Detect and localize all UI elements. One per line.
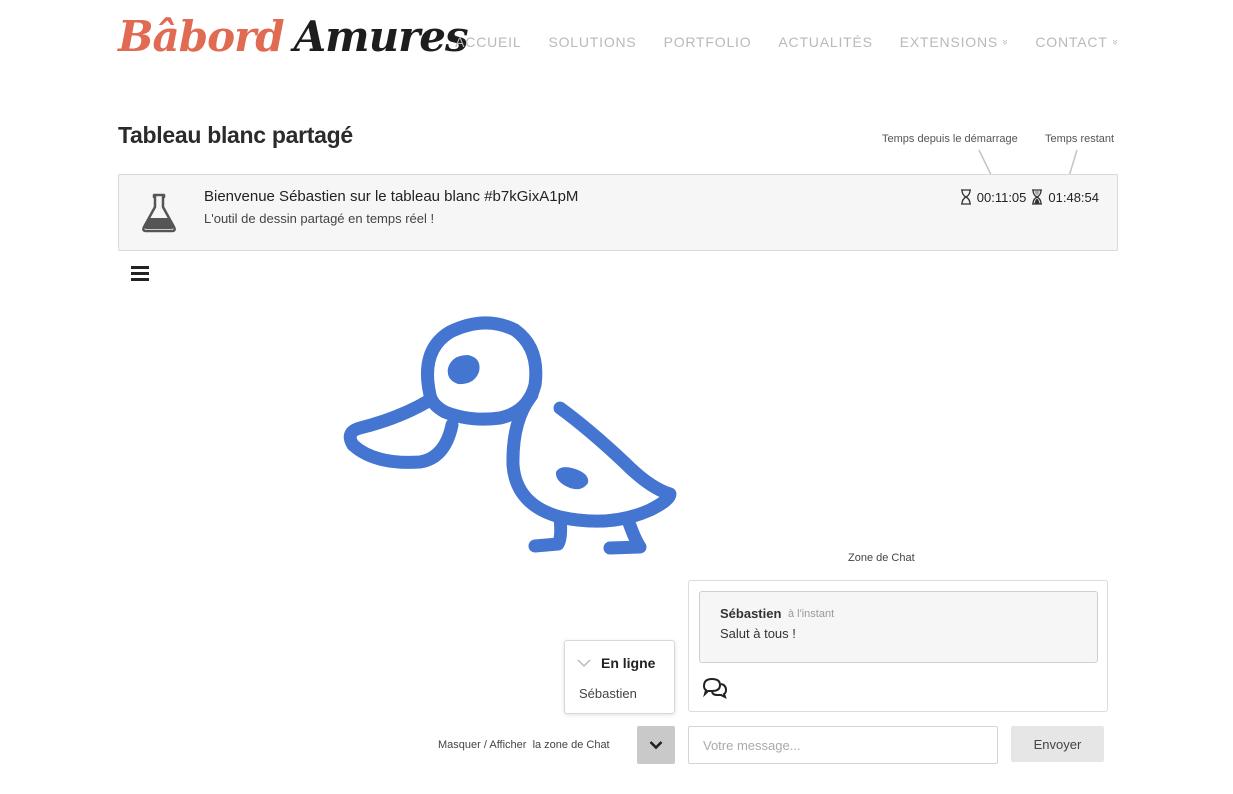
message-input[interactable] bbox=[688, 726, 998, 764]
main-nav: ACCUEIL SOLUTIONS PORTFOLIO ACTUALITÉS E… bbox=[455, 34, 1121, 50]
nav-item-contact[interactable]: CONTACT» bbox=[1035, 34, 1121, 50]
online-panel-toggle[interactable]: En ligne bbox=[577, 655, 655, 671]
chat-toggle-label: Masquer / Afficher la zone de Chat bbox=[438, 739, 610, 751]
remaining-time: 01:48:54 bbox=[1048, 189, 1099, 205]
welcome-banner: Bienvenue Sébastien sur le tableau blanc… bbox=[118, 174, 1118, 251]
nav-item-accueil[interactable]: ACCUEIL bbox=[455, 34, 521, 50]
double-chevron-down-icon: » bbox=[999, 38, 1011, 46]
nav-item-label: PORTFOLIO bbox=[663, 34, 752, 50]
hamburger-icon[interactable] bbox=[131, 266, 149, 281]
time-remaining-label: Temps restant bbox=[1045, 133, 1115, 145]
chevron-down-icon bbox=[649, 741, 663, 750]
online-user: Sébastien bbox=[579, 686, 637, 701]
whiteboard-drawing[interactable] bbox=[330, 300, 690, 570]
online-title: En ligne bbox=[601, 655, 656, 671]
logo-text-babord: Bâbord bbox=[118, 12, 285, 61]
welcome-subtitle: L'outil de dessin partagé en temps réel … bbox=[204, 211, 435, 226]
site-logo[interactable]: Bâbord Amures bbox=[118, 12, 469, 64]
nav-item-actualites[interactable]: ACTUALITÉS bbox=[778, 34, 872, 50]
nav-item-label: ACTUALITÉS bbox=[778, 34, 873, 50]
online-users-panel: En ligne Sébastien bbox=[564, 640, 675, 714]
nav-item-label: EXTENSIONS bbox=[899, 34, 999, 50]
chevron-down-icon bbox=[577, 658, 591, 667]
message-author: Sébastien bbox=[720, 606, 782, 621]
chat-panel: Sébastien à l'instant Salut à tous ! bbox=[688, 580, 1108, 712]
chat-toggle-button[interactable] bbox=[637, 726, 675, 764]
time-start-label: Temps depuis le démarrage bbox=[882, 133, 1018, 145]
logo-text-amures: Amures bbox=[293, 12, 469, 61]
message-text: Salut à tous ! bbox=[720, 626, 796, 641]
chat-message: Sébastien à l'instant Salut à tous ! bbox=[699, 591, 1098, 663]
nav-item-extensions[interactable]: EXTENSIONS» bbox=[899, 34, 1011, 50]
nav-item-label: SOLUTIONS bbox=[548, 34, 637, 50]
session-timers: 00:11:05 01:48:54 bbox=[960, 189, 1099, 205]
chat-bubbles-icon[interactable] bbox=[702, 677, 728, 699]
hourglass-start-icon bbox=[960, 189, 971, 205]
nav-item-label: ACCUEIL bbox=[455, 34, 522, 50]
flask-icon bbox=[142, 193, 176, 233]
page-title: Tableau blanc partagé bbox=[118, 122, 353, 148]
double-chevron-down-icon: » bbox=[1109, 38, 1121, 46]
hourglass-end-icon bbox=[1032, 189, 1043, 205]
welcome-title: Bienvenue Sébastien sur le tableau blanc… bbox=[204, 188, 579, 205]
elapsed-time: 00:11:05 bbox=[976, 189, 1027, 205]
nav-item-portfolio[interactable]: PORTFOLIO bbox=[664, 34, 752, 50]
message-time: à l'instant bbox=[788, 608, 835, 620]
nav-item-label: CONTACT bbox=[1035, 34, 1108, 50]
chat-zone-label: Zone de Chat bbox=[848, 552, 915, 564]
send-button[interactable]: Envoyer bbox=[1011, 726, 1104, 762]
nav-item-solutions[interactable]: SOLUTIONS bbox=[548, 34, 636, 50]
